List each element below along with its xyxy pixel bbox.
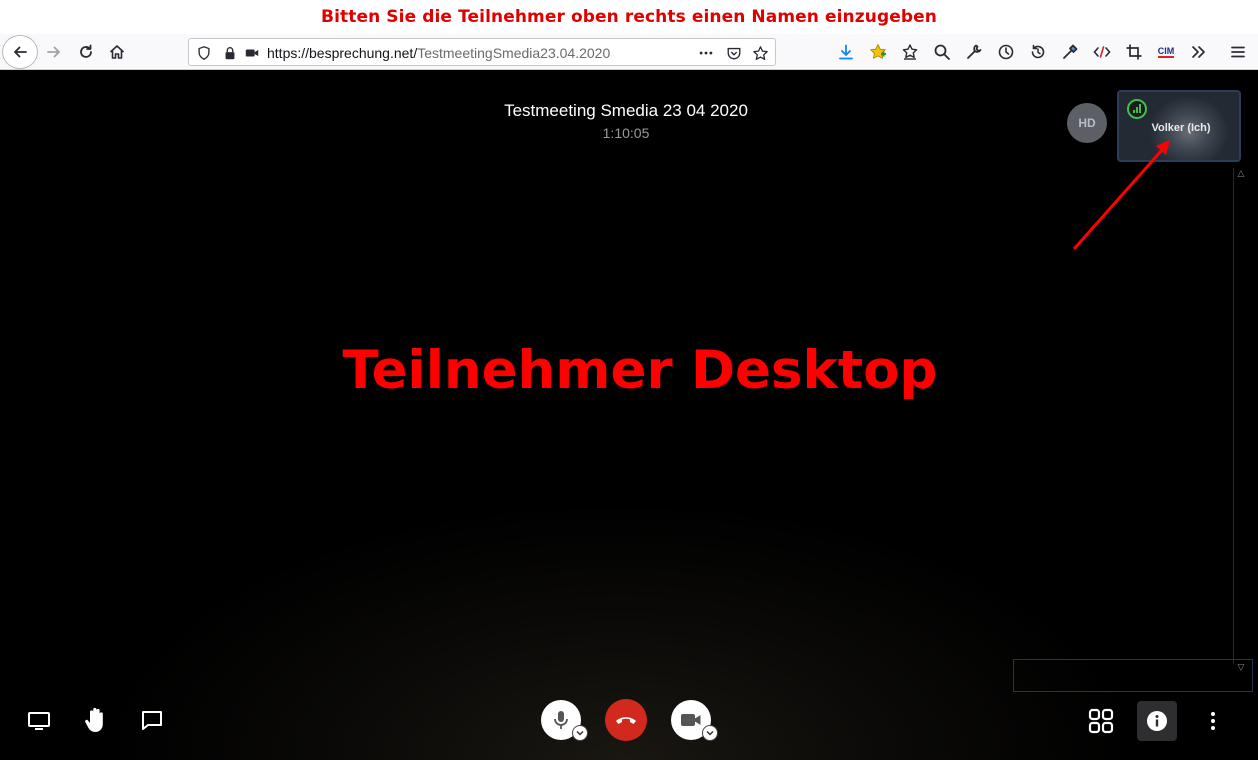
history-button[interactable] [990, 36, 1022, 68]
tile-view-button[interactable] [1086, 706, 1116, 736]
screen-share-icon [28, 712, 50, 730]
info-icon [1147, 711, 1167, 731]
crop-button[interactable] [1118, 36, 1150, 68]
bookmarks-icon [902, 44, 918, 60]
menu-icon [1231, 46, 1245, 58]
url-bar[interactable]: https://besprechung.net/TestmeetingSmedi… [188, 38, 776, 66]
shield-icon[interactable] [195, 44, 213, 62]
tile-view-icon [1088, 708, 1114, 734]
overflow-button[interactable] [1182, 36, 1214, 68]
meeting-stage: Testmeeting Smedia 23 04 2020 1:10:05 Te… [0, 70, 1258, 760]
more-options-button[interactable] [1200, 706, 1226, 736]
meeting-title: Testmeeting Smedia 23 04 2020 [504, 101, 748, 120]
info-button[interactable] [1137, 701, 1177, 741]
raise-hand-icon [85, 707, 103, 732]
raise-hand-button[interactable] [80, 704, 112, 736]
downloads-button[interactable] [830, 36, 862, 68]
chat-button[interactable] [137, 706, 167, 736]
home-icon [109, 45, 125, 59]
chevron-down-icon [706, 730, 714, 736]
reload-button[interactable] [70, 36, 102, 68]
camera-options-button[interactable] [702, 725, 718, 741]
forward-icon [47, 46, 60, 58]
home-button[interactable] [101, 36, 133, 68]
eyedropper-button[interactable] [1054, 36, 1086, 68]
addon-star-icon [869, 43, 887, 60]
back-button[interactable] [2, 35, 38, 69]
filmstrip-panel [1013, 659, 1253, 692]
annotation-banner-text: Bitten Sie die Teilnehmer oben rechts ei… [321, 7, 937, 27]
connection-indicator-icon[interactable] [1127, 99, 1147, 119]
menu-button[interactable] [1222, 36, 1254, 68]
reload-icon [80, 44, 92, 58]
restore-icon [1031, 44, 1045, 59]
url-text[interactable]: https://besprechung.net/TestmeetingSmedi… [267, 45, 610, 61]
browser-toolbar: https://besprechung.net/TestmeetingSmedi… [0, 34, 1258, 70]
desktop-annotation-label: Teilnehmer Desktop [342, 340, 938, 401]
hangup-icon [616, 717, 636, 724]
hangup-button[interactable] [605, 699, 647, 741]
scroll-up-icon[interactable]: △ [1236, 168, 1246, 178]
filmstrip-scrollbar[interactable]: △ ▽ [1233, 168, 1247, 672]
tools-button[interactable] [958, 36, 990, 68]
search-button[interactable] [926, 36, 958, 68]
history-icon [998, 44, 1014, 60]
video-quality-badge[interactable]: HD [1067, 103, 1107, 143]
bookmark-star-icon[interactable] [751, 44, 769, 62]
back-icon [14, 46, 27, 58]
devtools-button[interactable] [1086, 36, 1118, 68]
camera-permission-icon[interactable] [243, 44, 261, 62]
bookmarks-button[interactable] [894, 36, 926, 68]
chat-icon [142, 711, 162, 730]
pocket-icon[interactable] [725, 44, 743, 62]
annotation-banner: Bitten Sie die Teilnehmer oben rechts ei… [0, 0, 1258, 34]
overflow-icon [1192, 46, 1205, 58]
lock-icon[interactable] [221, 44, 239, 62]
eyedropper-icon [1063, 44, 1078, 59]
wrench-icon [967, 44, 982, 59]
screen-share-button[interactable] [24, 706, 54, 736]
camera-icon [681, 714, 701, 726]
cim-button[interactable]: CIM [1150, 36, 1182, 68]
cim-icon: CIM [1157, 46, 1175, 58]
meeting-timer: 1:10:05 [602, 125, 650, 141]
forward-button[interactable] [38, 36, 70, 68]
local-participant-thumbnail[interactable]: Volker (Ich) [1117, 90, 1241, 162]
chevron-down-icon [576, 730, 584, 736]
download-icon [839, 44, 853, 60]
more-icon [1211, 712, 1215, 730]
devtools-icon [1093, 46, 1111, 58]
restore-button[interactable] [1022, 36, 1054, 68]
crop-icon [1126, 44, 1142, 60]
microphone-icon [554, 711, 568, 729]
addon-star-button[interactable] [862, 36, 894, 68]
page-actions-icon[interactable] [697, 44, 715, 62]
participant-name[interactable]: Volker (Ich) [1119, 122, 1239, 134]
microphone-options-button[interactable] [572, 725, 588, 741]
search-icon [934, 44, 950, 60]
